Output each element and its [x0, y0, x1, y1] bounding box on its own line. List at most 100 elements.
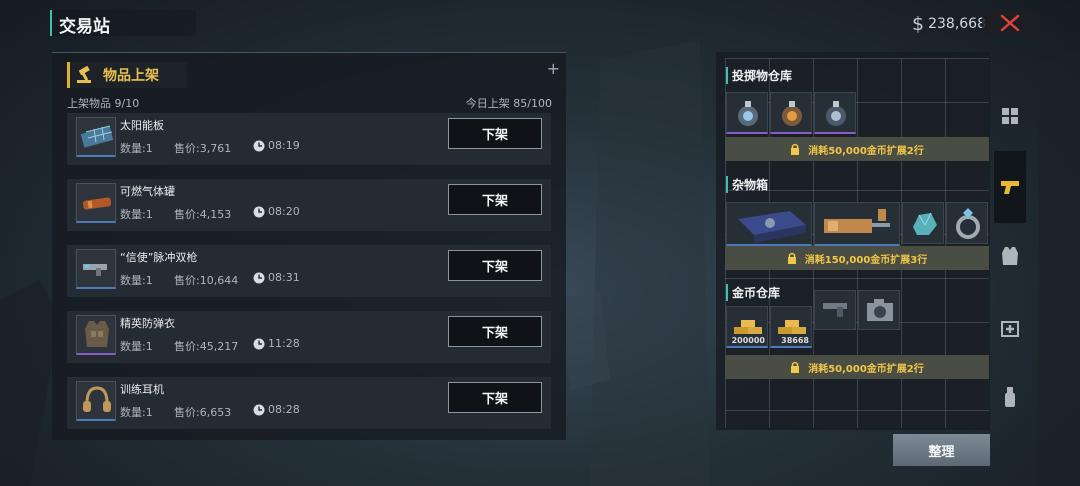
warehouse-item[interactable] [770, 92, 812, 134]
unlist-button[interactable]: 下架 [448, 382, 542, 413]
medkit-icon [1001, 321, 1019, 337]
item-name: 训练耳机 [120, 383, 164, 396]
expand-misc-text: 消耗150,000金币扩展3行 [804, 254, 928, 266]
item-time-text: 11:28 [268, 337, 300, 350]
item-quantity: 数量:1 [120, 142, 153, 155]
item-time-text: 08:19 [268, 139, 300, 152]
grenade-icon [738, 101, 758, 126]
pulse-pistol-icon [83, 264, 107, 276]
expand-misc-button[interactable]: 消耗150,000金币扩展3行 [725, 246, 989, 270]
clock-icon [253, 206, 265, 217]
warehouse-item[interactable] [902, 202, 944, 244]
item-price: 售价:3,761 [174, 142, 232, 155]
warehouse-item[interactable] [946, 202, 988, 244]
item-quantity: 数量:1 [120, 406, 153, 419]
warehouse-item[interactable] [814, 92, 856, 134]
tab-medical[interactable] [994, 311, 1026, 345]
item-price: 售价:10,644 [174, 274, 239, 287]
headset-icon [83, 386, 111, 412]
clock-icon [253, 140, 265, 151]
item-time-text: 08:31 [268, 271, 300, 284]
warehouse-item[interactable] [814, 290, 856, 330]
title-bar: 交易站 [50, 10, 196, 37]
grenade-icon [1005, 387, 1015, 407]
item-time: 11:28 [253, 337, 300, 350]
item-name: 可燃气体罐 [120, 185, 175, 198]
lock-icon [787, 252, 796, 264]
listing-section-header: 物品上架 [67, 62, 187, 88]
listing-row: “信使”脉冲双枪 数量:1 售价:10,644 08:31 下架 [67, 245, 551, 297]
expand-gold-text: 消耗50,000金币扩展2行 [808, 363, 924, 375]
drill-icon [824, 209, 890, 233]
expand-throwables-button[interactable]: 消耗50,000金币扩展2行 [725, 137, 989, 161]
listing-row: 太阳能板 数量:1 售价:3,761 08:19 下架 [67, 113, 551, 165]
item-time-text: 08:28 [268, 403, 300, 416]
lock-icon [791, 361, 800, 373]
item-thumbnail [76, 183, 116, 223]
page-title: 交易站 [59, 17, 110, 37]
crystal-icon [913, 212, 937, 235]
expand-throwables-text: 消耗50,000金币扩展2行 [808, 145, 924, 157]
solar-panel-icon [80, 125, 114, 148]
camera-icon [867, 299, 893, 321]
item-time: 08:20 [253, 205, 300, 218]
close-button[interactable] [982, 11, 1038, 35]
tab-throwables[interactable] [994, 380, 1026, 414]
item-time-text: 08:20 [268, 205, 300, 218]
vest-icon [1002, 247, 1018, 265]
warehouse-item[interactable] [814, 202, 900, 246]
tab-weapons[interactable] [994, 151, 1026, 223]
grid-icon [1002, 108, 1018, 124]
unlist-button[interactable]: 下架 [448, 250, 542, 281]
currency-symbol: $ [912, 13, 925, 35]
item-name: 太阳能板 [120, 119, 164, 132]
item-quantity: 数量:1 [120, 208, 153, 221]
body-armor-icon [85, 321, 109, 347]
item-thumbnail [76, 381, 116, 421]
gavel-icon [77, 66, 91, 83]
sort-button[interactable]: 整理 [893, 434, 990, 466]
lock-icon [791, 143, 800, 155]
unlist-button[interactable]: 下架 [448, 316, 542, 347]
ring-icon [956, 208, 980, 239]
warehouse-item[interactable] [726, 92, 768, 134]
item-name: “信使”脉冲双枪 [120, 251, 198, 264]
clock-icon [253, 338, 265, 349]
item-time: 08:19 [253, 139, 300, 152]
warehouse-item[interactable]: 200000 [726, 306, 768, 348]
money-amount: 238,668 [928, 16, 986, 32]
today-count: 今日上架 85/100 [465, 97, 552, 110]
gas-canister-icon [82, 197, 112, 210]
item-price: 售价:45,217 [174, 340, 239, 353]
unlist-button[interactable]: 下架 [448, 184, 542, 215]
item-time: 08:31 [253, 271, 300, 284]
item-price: 售价:6,653 [174, 406, 232, 419]
warehouse-item[interactable]: 38668 [770, 306, 812, 348]
listing-panel: 物品上架 + 上架物品 9/10 今日上架 85/100 太阳能板 数量:1 售… [52, 52, 566, 440]
money-display: $ 238,668 [912, 13, 986, 35]
gold-count: 38668 [781, 336, 809, 345]
warehouse-item[interactable] [858, 290, 900, 330]
tab-armor[interactable] [994, 239, 1026, 273]
item-quantity: 数量:1 [120, 340, 153, 353]
close-icon [1000, 14, 1020, 32]
item-name: 精英防弹衣 [120, 317, 175, 330]
warehouse-item[interactable] [726, 202, 812, 246]
clock-icon [253, 404, 265, 415]
tab-all[interactable] [994, 99, 1026, 133]
item-thumbnail [76, 249, 116, 289]
pistol-icon [1001, 181, 1019, 194]
item-time: 08:28 [253, 403, 300, 416]
throwables-title: 投掷物仓库 [726, 67, 792, 84]
listed-count: 上架物品 9/10 [67, 97, 140, 110]
listing-row: 训练耳机 数量:1 售价:6,653 08:28 下架 [67, 377, 551, 429]
item-price: 售价:4,153 [174, 208, 232, 221]
plus-icon: + [546, 59, 560, 78]
unlist-button[interactable]: 下架 [448, 118, 542, 149]
listing-section-title: 物品上架 [103, 68, 159, 84]
expand-gold-button[interactable]: 消耗50,000金币扩展2行 [725, 355, 989, 379]
gold-title: 金币仓库 [726, 284, 780, 301]
item-thumbnail [76, 117, 116, 157]
clock-icon [253, 272, 265, 283]
gold-count: 200000 [731, 336, 765, 345]
